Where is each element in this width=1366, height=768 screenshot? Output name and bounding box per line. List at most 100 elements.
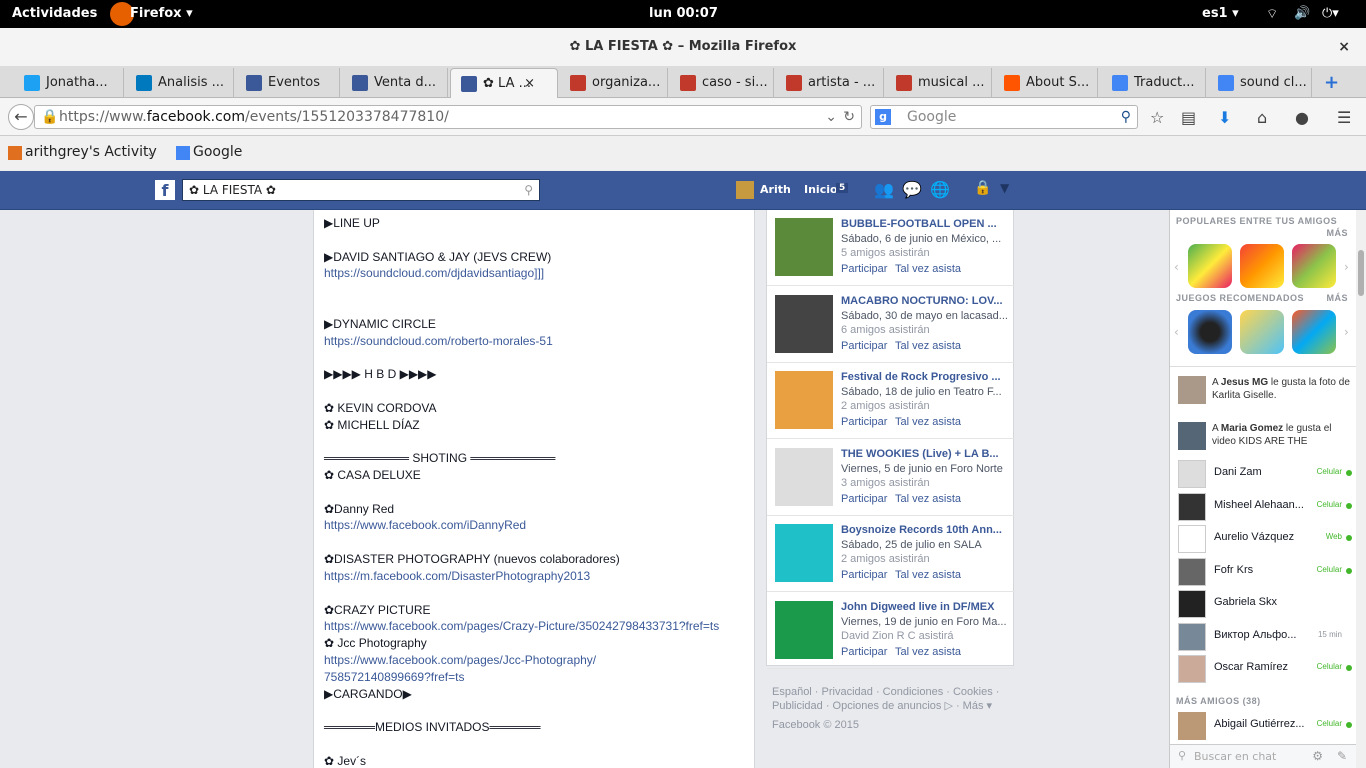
join-link[interactable]: Participar <box>841 646 887 658</box>
bookmark-google[interactable]: Google <box>193 144 242 160</box>
event-thumbnail[interactable] <box>775 218 833 276</box>
bookmark-star-icon[interactable]: ☆ <box>1150 108 1164 127</box>
language-menu[interactable]: es1 ▾ <box>1202 6 1239 21</box>
tab-11[interactable]: sound cl... <box>1208 68 1312 98</box>
home-icon[interactable]: ⌂ <box>1257 108 1267 127</box>
post-link[interactable]: https://www.facebook.com/pages/Jcc-Photo… <box>324 653 596 667</box>
friend-requests-icon[interactable]: 👥 <box>874 180 894 199</box>
event-title[interactable]: THE WOOKIES (Live) + LA B... <box>841 448 1009 460</box>
google-engine-icon[interactable]: g <box>875 109 891 125</box>
chat-friend[interactable]: Oscar Ramírez Celular <box>1176 653 1352 683</box>
footer-links-2[interactable]: Publicidad · Opciones de anuncios ▷ · Má… <box>772 699 1012 713</box>
game-icon-6[interactable] <box>1292 310 1336 354</box>
rec-prev-icon[interactable]: ‹ <box>1174 325 1179 339</box>
reload-icon[interactable]: ↻ <box>843 106 855 128</box>
event-thumbnail[interactable] <box>775 600 833 659</box>
search-input[interactable]: Google <box>907 109 956 125</box>
event-thumbnail[interactable] <box>775 294 833 353</box>
maybe-link[interactable]: Tal vez asista <box>895 416 961 428</box>
tab-7[interactable]: artista - ... <box>776 68 884 98</box>
game-icon-1[interactable] <box>1188 244 1232 288</box>
clock[interactable]: lun 00:07 <box>649 6 718 21</box>
back-button[interactable]: ← <box>8 104 34 130</box>
feed-avatar-1[interactable] <box>1178 376 1206 404</box>
chat-search-bar[interactable]: ⚲ Buscar en chat ⚙ ✎ <box>1170 744 1357 768</box>
ticker-item-2[interactable]: A Maria Gomez le gusta el video KIDS ARE… <box>1212 422 1352 452</box>
post-link[interactable]: https://www.facebook.com/iDannyRed <box>324 518 526 532</box>
privacy-icon[interactable]: 🔒 <box>974 180 991 196</box>
chat-options-icon[interactable]: ⚙ <box>1312 749 1323 763</box>
event-thumbnail[interactable] <box>775 447 833 506</box>
event-title[interactable]: BUBBLE-FOOTBALL OPEN ... <box>841 218 1009 230</box>
search-icon[interactable]: ⚲ <box>1121 106 1131 128</box>
event-title[interactable]: John Digweed live in DF/MEX <box>841 601 1009 613</box>
recommended-more-link[interactable]: MÁS <box>1327 293 1349 303</box>
maybe-link[interactable]: Tal vez asista <box>895 646 961 658</box>
search-bar[interactable]: g Google ⚲ <box>870 105 1138 129</box>
app-menu[interactable]: Firefox ▾ <box>130 6 193 21</box>
event-title[interactable]: Festival de Rock Progresivo ... <box>841 371 1009 383</box>
chat-compose-icon[interactable]: ✎ <box>1337 749 1347 763</box>
maybe-link[interactable]: Tal vez asista <box>895 493 961 505</box>
facebook-search-icon[interactable]: ⚲ <box>524 180 533 200</box>
page-scrollbar[interactable] <box>1356 210 1366 768</box>
tab-10[interactable]: Traduct... <box>1102 68 1206 98</box>
game-icon-8ball[interactable] <box>1188 310 1232 354</box>
url-bar[interactable]: 🔒 https://www.facebook.com/events/155120… <box>34 105 862 129</box>
post-link[interactable]: https://www.facebook.com/pages/Crazy-Pic… <box>324 619 719 633</box>
chat-friend[interactable]: Aurelio Vázquez Web <box>1176 523 1352 553</box>
reading-list-icon[interactable]: ▤ <box>1181 108 1196 127</box>
post-link[interactable]: 758572140899669?fref=ts <box>324 670 464 684</box>
close-tab-icon[interactable]: × <box>524 69 535 98</box>
maybe-link[interactable]: Tal vez asista <box>895 263 961 275</box>
menu-icon[interactable]: ☰ <box>1337 108 1351 127</box>
facebook-search-input[interactable]: ✿ LA FIESTA ✿ ⚲ <box>182 179 540 201</box>
avatar[interactable] <box>736 181 754 199</box>
chat-icon[interactable]: ● <box>1295 108 1309 127</box>
chat-friend[interactable]: Misheel Alehaan... Celular <box>1176 491 1352 521</box>
maybe-link[interactable]: Tal vez asista <box>895 569 961 581</box>
tab-1[interactable]: Analisis ... <box>126 68 234 98</box>
event-title[interactable]: MACABRO NOCTURNO: LOV... <box>841 295 1009 307</box>
post-link[interactable]: https://m.facebook.com/DisasterPhotograp… <box>324 569 590 583</box>
url-dropdown-icon[interactable]: ⌄ <box>825 106 837 128</box>
bookmark-activity[interactable]: arithgrey's Activity <box>25 144 157 160</box>
join-link[interactable]: Participar <box>841 493 887 505</box>
chat-friend[interactable]: Abigail Gutiérrez... Celular <box>1176 710 1352 740</box>
join-link[interactable]: Participar <box>841 569 887 581</box>
chat-search-input[interactable]: Buscar en chat <box>1194 750 1276 763</box>
post-link[interactable]: https://soundcloud.com/djdavidsantiago]]… <box>324 266 544 280</box>
tab-4[interactable]: ✿ LA ... × <box>450 68 558 98</box>
event-thumbnail[interactable] <box>775 371 833 429</box>
tab-0[interactable]: Jonatha... <box>14 68 124 98</box>
chat-friend[interactable]: Dani Zam Celular <box>1176 458 1352 488</box>
account-menu-icon[interactable]: ▼ <box>1000 181 1009 195</box>
power-icon[interactable]: ⏻▾ <box>1322 6 1339 21</box>
ticker-item-1[interactable]: A Jesus MG le gusta la foto de Karlita G… <box>1212 376 1352 402</box>
chat-friend[interactable]: Виктор Альфо... 15 min <box>1176 621 1352 651</box>
volume-icon[interactable]: 🔊 <box>1294 6 1310 21</box>
facebook-logo-icon[interactable]: f <box>155 180 175 200</box>
close-window-button[interactable]: × <box>1338 28 1350 66</box>
home-link[interactable]: Inicio <box>804 183 838 196</box>
footer-links-1[interactable]: Español · Privacidad · Condiciones · Coo… <box>772 685 1012 699</box>
maybe-link[interactable]: Tal vez asista <box>895 340 961 352</box>
popular-more-link[interactable]: MÁS <box>1327 228 1349 238</box>
profile-link[interactable]: Arith <box>760 183 791 196</box>
games-next-icon[interactable]: › <box>1344 260 1349 274</box>
event-thumbnail[interactable] <box>775 524 833 582</box>
messages-icon[interactable]: 💬 <box>902 180 922 199</box>
chat-friend[interactable]: Gabriela Skx <box>1176 588 1352 618</box>
join-link[interactable]: Participar <box>841 340 887 352</box>
post-link[interactable]: https://soundcloud.com/roberto-morales-5… <box>324 334 553 348</box>
chat-friend[interactable]: Fofr Krs Celular <box>1176 556 1352 586</box>
tab-5[interactable]: organiza... <box>560 68 668 98</box>
new-tab-icon[interactable]: + <box>1324 72 1339 93</box>
tab-2[interactable]: Eventos <box>236 68 340 98</box>
game-icon-2[interactable] <box>1240 244 1284 288</box>
tab-8[interactable]: musical ... <box>886 68 992 98</box>
game-icon-5[interactable] <box>1240 310 1284 354</box>
game-icon-3[interactable] <box>1292 244 1336 288</box>
notifications-icon[interactable]: 🌐 <box>930 180 950 199</box>
join-link[interactable]: Participar <box>841 416 887 428</box>
